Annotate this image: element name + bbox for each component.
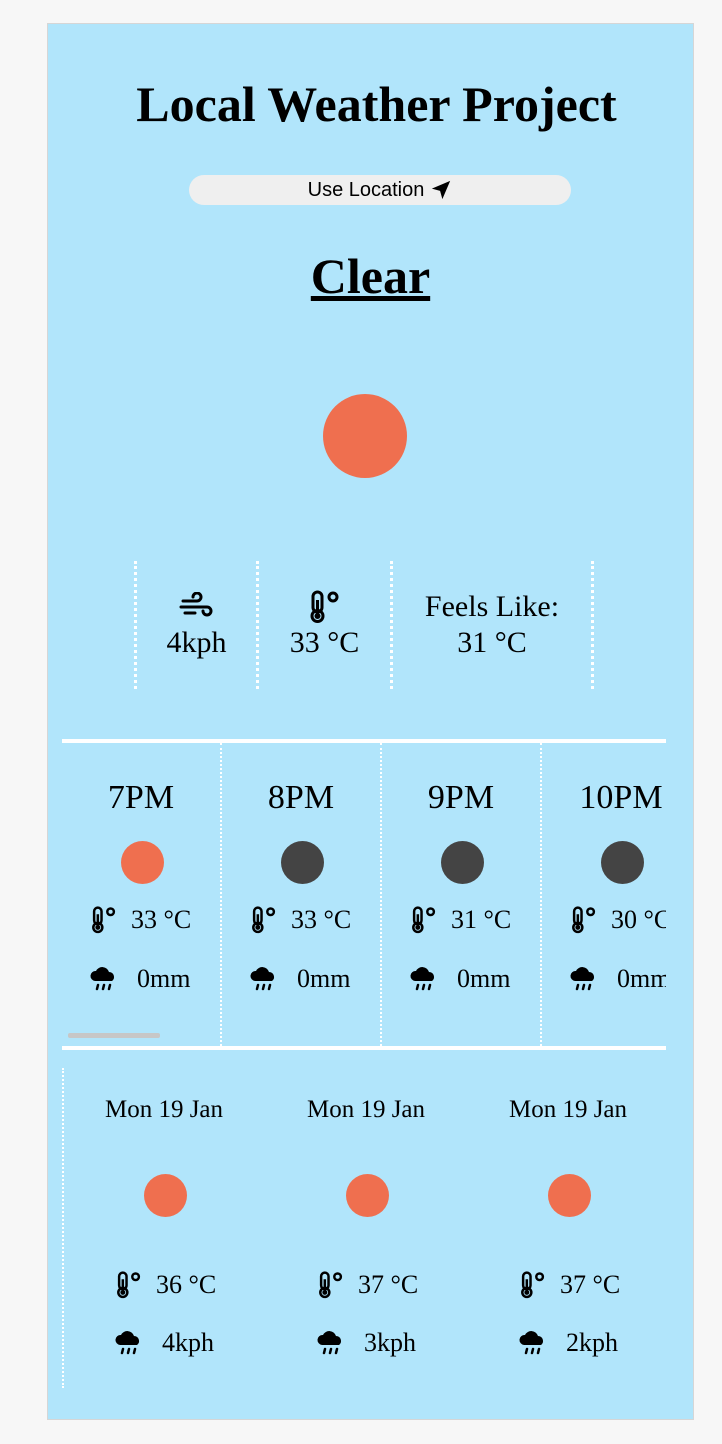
temperature-value: 33 °C: [289, 626, 360, 659]
rain-cloud-icon: [114, 1329, 144, 1357]
thermometer-icon: [518, 1271, 548, 1299]
temperature-stat: 33 °C: [256, 561, 390, 689]
day-wind: 4kph: [162, 1328, 214, 1357]
daily-item: Mon 19 Jan 37 °C 2kph: [468, 1068, 668, 1388]
rain-cloud-icon: [518, 1329, 548, 1357]
sun-icon: [323, 394, 407, 478]
day-date: Mon 19 Jan: [306, 1096, 426, 1123]
use-location-button[interactable]: Use Location: [189, 175, 571, 205]
day-date: Mon 19 Jan: [104, 1096, 224, 1123]
thermometer-icon: [307, 589, 343, 625]
feels-like-value: 31 °C: [457, 626, 527, 659]
hourly-scrollbar[interactable]: [68, 1033, 160, 1038]
page-title: Local Weather Project: [136, 76, 617, 132]
rain-cloud-icon: [89, 965, 119, 993]
day-wind: 2kph: [566, 1328, 618, 1357]
daily-item: Mon 19 Jan 37 °C 3kph: [266, 1068, 466, 1388]
moon-icon: [601, 841, 644, 884]
hour-time: 10PM: [579, 779, 663, 816]
daily-forecast: Mon 19 Jan 36 °C 4kph Mon 19 Jan 37 °C 3…: [62, 1068, 668, 1388]
sun-icon: [121, 841, 164, 884]
wind-icon: [179, 589, 215, 625]
rain-cloud-icon: [569, 965, 599, 993]
hourly-forecast[interactable]: 7PM 33 °C 0mm 8PM 33 °C 0mm 9PM 31 °C 0m…: [62, 739, 666, 1050]
hour-temp: 33 °C: [131, 905, 192, 934]
sun-icon: [346, 1174, 389, 1217]
hour-rain: 0mm: [617, 964, 666, 993]
current-condition: Clear: [310, 248, 431, 304]
hourly-item: 8PM 33 °C 0mm: [222, 743, 382, 1046]
thermometer-icon: [316, 1271, 346, 1299]
thermometer-icon: [114, 1271, 144, 1299]
hour-temp: 30 °C: [611, 905, 666, 934]
rain-cloud-icon: [316, 1329, 346, 1357]
day-temp: 37 °C: [358, 1270, 419, 1299]
use-location-label: Use Location: [307, 178, 425, 201]
day-temp: 36 °C: [156, 1270, 217, 1299]
rain-cloud-icon: [249, 965, 279, 993]
sun-icon: [144, 1174, 187, 1217]
hour-time: 9PM: [427, 779, 495, 816]
hour-time: 7PM: [107, 779, 175, 816]
hour-rain: 0mm: [457, 964, 511, 993]
hour-temp: 31 °C: [451, 905, 512, 934]
sun-icon: [548, 1174, 591, 1217]
day-temp: 37 °C: [560, 1270, 621, 1299]
moon-icon: [281, 841, 324, 884]
daily-item: Mon 19 Jan 36 °C 4kph: [64, 1068, 264, 1388]
day-wind: 3kph: [364, 1328, 416, 1357]
hour-temp: 33 °C: [291, 905, 352, 934]
thermometer-icon: [249, 906, 279, 934]
hour-rain: 0mm: [297, 964, 351, 993]
hourly-item: 7PM 33 °C 0mm: [62, 743, 222, 1046]
hour-rain: 0mm: [137, 964, 191, 993]
thermometer-icon: [409, 906, 439, 934]
rain-cloud-icon: [409, 965, 439, 993]
moon-icon: [441, 841, 484, 884]
current-stats: 4kph 33 °C Feels Like: 31 °C: [134, 561, 594, 689]
thermometer-icon: [89, 906, 119, 934]
day-date: Mon 19 Jan: [508, 1096, 628, 1123]
wind-stat: 4kph: [134, 561, 256, 689]
hourly-item: 9PM 31 °C 0mm: [382, 743, 542, 1046]
wind-value: 4kph: [166, 626, 227, 659]
feels-like-stat: Feels Like: 31 °C: [390, 561, 594, 689]
feels-like-label: Feels Like:: [424, 590, 560, 623]
weather-panel: Local Weather Project Use Location Clear…: [47, 23, 694, 1420]
thermometer-icon: [569, 906, 599, 934]
hourly-item: 10PM 30 °C 0mm: [542, 743, 666, 1046]
location-arrow-icon: [430, 179, 452, 201]
hour-time: 8PM: [267, 779, 335, 816]
